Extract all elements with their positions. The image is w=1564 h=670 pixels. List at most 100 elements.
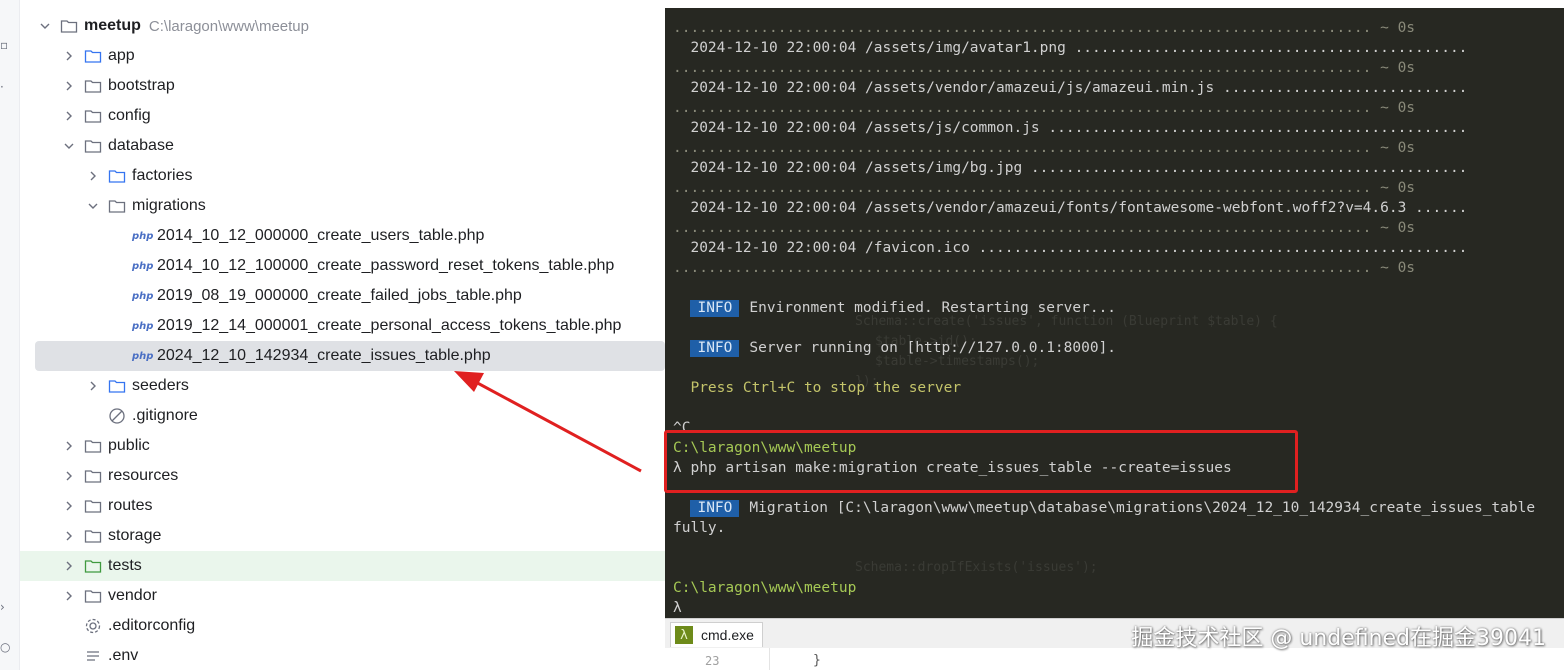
tree-item-migration-file[interactable]: php 2019_12_14_000001_create_personal_ac… bbox=[20, 311, 665, 341]
folder-icon bbox=[84, 437, 102, 455]
terminal-prompt-path: C:\laragon\www\meetup bbox=[673, 580, 857, 596]
terminal-window[interactable]: Schema::create('issues', function (Bluep… bbox=[665, 8, 1564, 670]
tree-item-env[interactable]: .env bbox=[20, 641, 665, 670]
tree-item-bootstrap[interactable]: bootstrap bbox=[20, 71, 665, 101]
tree-item-label: bootstrap bbox=[108, 77, 175, 94]
terminal-line: ........................................… bbox=[673, 260, 1416, 276]
tree-item-seeders[interactable]: seeders bbox=[20, 371, 665, 401]
tree-item-editorconfig[interactable]: .editorconfig bbox=[20, 611, 665, 641]
tree-item-storage[interactable]: storage bbox=[20, 521, 665, 551]
terminal-line: 2024-12-10 22:00:04 /assets/js/common.js… bbox=[673, 120, 1468, 136]
tree-item-migration-file[interactable]: php 2019_08_19_000000_create_failed_jobs… bbox=[20, 281, 665, 311]
tree-item-label: .editorconfig bbox=[108, 617, 196, 634]
tree-item-label: seeders bbox=[132, 377, 189, 394]
tree-item-gitignore[interactable]: .gitignore bbox=[20, 401, 665, 431]
tree-item-public[interactable]: public bbox=[20, 431, 665, 461]
tree-item-label: 2014_10_12_000000_create_users_table.php bbox=[157, 227, 485, 244]
tree-item-label: .gitignore bbox=[132, 407, 198, 424]
info-badge: INFO bbox=[690, 300, 740, 317]
tree-item-resources[interactable]: resources bbox=[20, 461, 665, 491]
info-message: Environment modified. Restarting server.… bbox=[749, 300, 1117, 316]
terminal-line: 2024-12-10 22:00:04 /assets/img/bg.jpg .… bbox=[673, 160, 1468, 176]
terminal-output[interactable]: ........................................… bbox=[673, 18, 1564, 618]
tree-item-label: vendor bbox=[108, 587, 157, 604]
chevron-right-icon[interactable] bbox=[62, 529, 76, 543]
terminal-info-line: INFO Migration [C:\laragon\www\meetup\dat… bbox=[673, 498, 1564, 518]
tree-item-database[interactable]: database bbox=[20, 131, 665, 161]
code-text: } bbox=[813, 653, 821, 668]
chevron-right-icon[interactable] bbox=[86, 379, 100, 393]
chevron-down-icon[interactable] bbox=[62, 139, 76, 153]
tree-item-config[interactable]: config bbox=[20, 101, 665, 131]
chevron-down-icon[interactable] bbox=[38, 19, 52, 33]
terminal-line: 2024-12-10 22:00:04 /assets/vendor/amaze… bbox=[673, 200, 1468, 216]
terminal-info-line: INFO Environment modified. Restarting ser… bbox=[673, 298, 1564, 318]
chevron-right-icon[interactable] bbox=[62, 439, 76, 453]
chevron-right-icon[interactable] bbox=[62, 79, 76, 93]
chevron-right-icon[interactable] bbox=[62, 589, 76, 603]
chevron-right-icon[interactable] bbox=[62, 499, 76, 513]
folder-icon bbox=[84, 467, 102, 485]
root-folder-path: C:\laragon\www\meetup bbox=[148, 17, 309, 35]
tree-item-app[interactable]: app bbox=[20, 41, 665, 71]
tree-item-meetup[interactable]: meetup C:\laragon\www\meetup bbox=[20, 11, 665, 41]
tree-item-migration-file-selected[interactable]: php 2024_12_10_142934_create_issues_tabl… bbox=[35, 341, 665, 371]
chevron-right-icon[interactable] bbox=[62, 109, 76, 123]
gutter-search-icon[interactable]: ○ bbox=[0, 640, 10, 654]
info-message: Migration [C:\laragon\www\meetup\databas… bbox=[749, 500, 1536, 516]
folder-icon bbox=[84, 107, 102, 125]
tree-item-label: routes bbox=[108, 497, 153, 514]
watermark-text: 掘金技术社区 @ undefined在掘金39041 bbox=[1131, 626, 1546, 651]
chevron-down-icon[interactable] bbox=[86, 199, 100, 213]
php-file-icon: php bbox=[132, 260, 154, 272]
tree-item-label: 2019_12_14_000001_create_personal_access… bbox=[157, 317, 622, 334]
folder-icon bbox=[60, 17, 78, 35]
lambda-icon: λ bbox=[675, 626, 693, 644]
command-highlight-box bbox=[664, 430, 1298, 493]
terminal-line: fully. bbox=[673, 520, 726, 536]
tree-item-routes[interactable]: routes bbox=[20, 491, 665, 521]
chevron-right-icon[interactable] bbox=[62, 559, 76, 573]
tree-item-label: 2014_10_12_100000_create_password_reset_… bbox=[157, 257, 615, 274]
tree-item-label: app bbox=[108, 47, 135, 64]
info-badge: INFO bbox=[690, 500, 740, 517]
gear-icon bbox=[84, 617, 102, 635]
folder-icon bbox=[84, 527, 102, 545]
tree-item-factories[interactable]: factories bbox=[20, 161, 665, 191]
folder-icon bbox=[84, 497, 102, 515]
terminal-line: ........................................… bbox=[673, 60, 1416, 76]
tree-item-tests[interactable]: tests bbox=[20, 551, 665, 581]
chevron-right-icon[interactable] bbox=[62, 49, 76, 63]
terminal-line: Press Ctrl+C to stop the server bbox=[673, 380, 962, 396]
gutter-dot-icon[interactable]: · bbox=[0, 80, 4, 94]
line-number: 23 bbox=[705, 654, 720, 668]
tree-item-label: .env bbox=[108, 647, 139, 664]
terminal-tab[interactable]: λ cmd.exe bbox=[670, 622, 763, 647]
gutter-chevron-icon[interactable]: › bbox=[0, 600, 5, 614]
info-message: Server running on [http://127.0.0.1:8000… bbox=[749, 340, 1117, 356]
tree-item-label: resources bbox=[108, 467, 179, 484]
terminal-prompt[interactable]: λ bbox=[673, 598, 1564, 618]
tree-item-migration-file[interactable]: php 2014_10_12_100000_create_password_re… bbox=[20, 251, 665, 281]
ignore-file-icon bbox=[108, 407, 126, 425]
php-file-icon: php bbox=[132, 350, 154, 362]
chevron-right-icon[interactable] bbox=[86, 169, 100, 183]
tree-item-label: 2019_08_19_000000_create_failed_jobs_tab… bbox=[157, 287, 522, 304]
php-file-icon: php bbox=[132, 320, 154, 332]
chevron-right-icon[interactable] bbox=[62, 469, 76, 483]
terminal-line: ........................................… bbox=[673, 180, 1416, 196]
gutter-icon[interactable]: ▫ bbox=[0, 38, 8, 52]
folder-blue-icon bbox=[108, 167, 126, 185]
tree-item-migrations[interactable]: migrations bbox=[20, 191, 665, 221]
php-file-icon: php bbox=[132, 290, 154, 302]
folder-icon bbox=[84, 587, 102, 605]
tree-item-migration-file[interactable]: php 2014_10_12_000000_create_users_table… bbox=[20, 221, 665, 251]
php-file-icon: php bbox=[132, 230, 154, 242]
tree-item-vendor[interactable]: vendor bbox=[20, 581, 665, 611]
terminal-line: 2024-12-10 22:00:04 /favicon.ico .......… bbox=[673, 240, 1468, 256]
